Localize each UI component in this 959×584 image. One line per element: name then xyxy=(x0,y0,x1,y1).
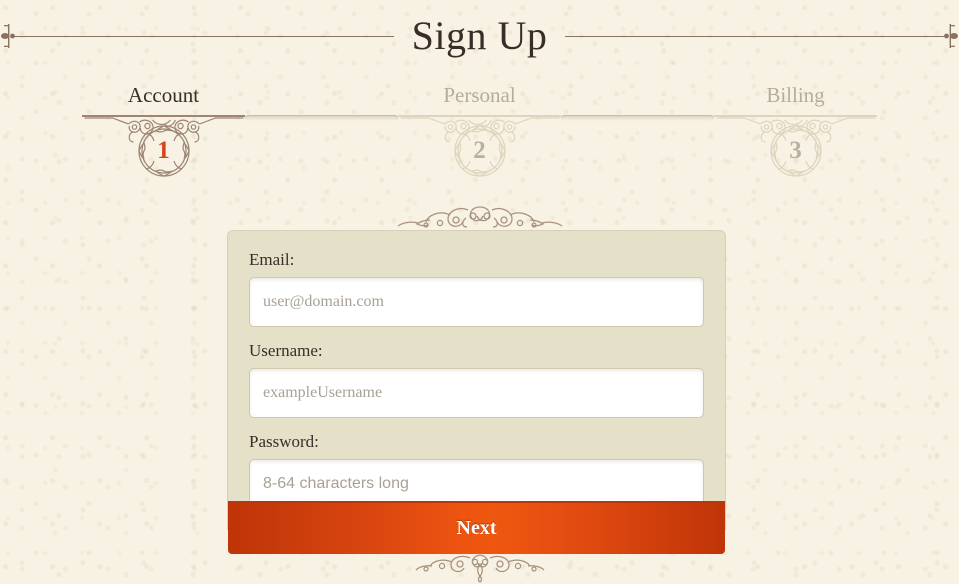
field-password: Password: xyxy=(249,431,704,509)
field-username: Username: xyxy=(249,340,704,418)
step-connector xyxy=(245,115,398,121)
step-rule xyxy=(714,115,877,143)
scrollwork-flourish-icon xyxy=(397,206,562,228)
scrollwork-flourish-icon xyxy=(415,554,544,583)
signup-step-indicator: Account 1 Personal 2 Billing 3 xyxy=(82,82,877,183)
step-badge: 3 xyxy=(764,119,828,183)
fleur-terminal-icon xyxy=(944,24,958,48)
step-item-personal[interactable]: Personal 2 xyxy=(398,82,561,183)
title-rule-left xyxy=(0,24,394,48)
step-number: 3 xyxy=(789,136,802,164)
title-rule-right xyxy=(565,24,959,48)
step-label: Billing xyxy=(766,83,825,107)
step-item-billing[interactable]: Billing 3 xyxy=(714,82,877,183)
step-label: Personal xyxy=(443,83,516,107)
fleur-terminal-icon xyxy=(1,24,15,48)
email-input[interactable] xyxy=(249,277,704,327)
step-label: Account xyxy=(127,83,200,107)
username-input[interactable] xyxy=(249,368,704,418)
step-item-account[interactable]: Account 1 xyxy=(82,82,245,183)
step-rule xyxy=(398,115,561,143)
step-connector xyxy=(561,115,714,121)
step-badge: 1 xyxy=(132,119,196,183)
next-button[interactable]: Next xyxy=(228,501,725,554)
field-label: Email: xyxy=(249,250,295,269)
field-label: Password: xyxy=(249,432,319,451)
step-number: 2 xyxy=(473,136,486,164)
step-number: 1 xyxy=(157,136,170,164)
page-title: Sign Up xyxy=(411,13,548,58)
signup-form-panel: Email: Username: Password: xyxy=(228,231,725,529)
page-header: Sign Up xyxy=(0,10,959,62)
step-badge: 2 xyxy=(448,119,512,183)
field-email: Email: xyxy=(249,249,704,327)
field-label: Username: xyxy=(249,341,323,360)
step-rule xyxy=(82,115,245,143)
